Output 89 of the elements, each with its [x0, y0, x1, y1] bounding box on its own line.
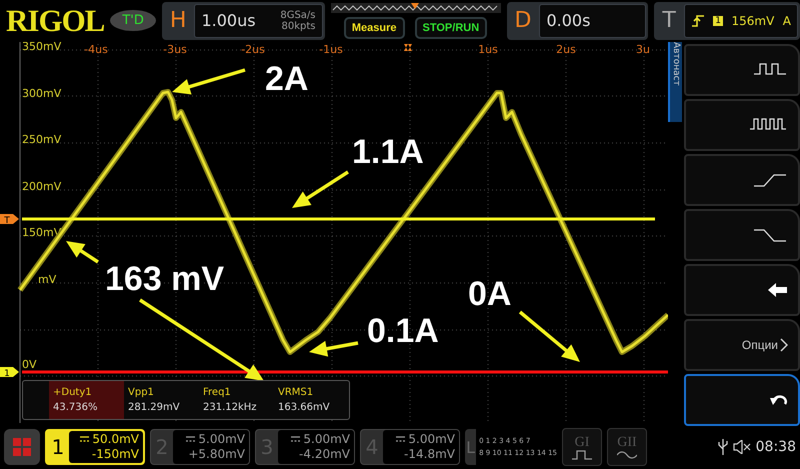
axis-label: 200mV	[22, 180, 62, 193]
delay-panel[interactable]: 0.00s	[539, 4, 646, 38]
measurement-name: Freq1	[203, 386, 232, 400]
measurement-value: 43.736%	[53, 400, 98, 415]
dc-coupling-icon	[80, 436, 90, 444]
channel-offset: -4.20mV	[299, 447, 350, 462]
brand-logo: RIGOL	[6, 2, 104, 39]
generator-label: GI	[574, 434, 590, 450]
back-arrow-icon	[768, 282, 788, 298]
channel-number: 1	[50, 434, 66, 462]
measurement-name: +Duty1	[53, 386, 93, 400]
measurement-item[interactable]: Freq1 231.12kHz	[199, 380, 274, 419]
timebase-panel[interactable]: 1.00us 8GSa/s 80kpts	[194, 4, 323, 38]
arrow	[292, 170, 349, 208]
muted-speaker-icon	[732, 440, 751, 454]
arrow	[518, 310, 580, 362]
measurement-name: VRMS1	[278, 386, 314, 400]
trigger-level: 156mV	[732, 14, 774, 28]
axis-label: -2us	[241, 42, 265, 56]
apps-menu-button[interactable]	[4, 429, 40, 466]
axis-label: -1us	[319, 42, 343, 56]
trigger-position-icon	[404, 44, 412, 51]
chevron-right-icon	[780, 338, 788, 352]
undo-button[interactable]	[684, 374, 800, 426]
axis-label: -3us	[163, 42, 187, 56]
trigger-label[interactable]: T	[656, 4, 682, 38]
trigger-panel[interactable]: 1 156mV A	[684, 4, 798, 38]
measurement-value: 281.29mV	[128, 400, 181, 415]
options-label: Опции	[742, 338, 788, 352]
channel-scale: 50.0mV	[92, 432, 139, 448]
logic-label: L	[465, 436, 476, 459]
annotation-text: 0A	[468, 274, 512, 313]
dc-coupling-icon	[291, 436, 300, 444]
delay-label[interactable]: D	[508, 4, 538, 38]
measure-button[interactable]: Measure	[344, 16, 405, 39]
memory-depth: 80kpts	[282, 20, 316, 32]
axis-label: 0V	[22, 358, 37, 371]
measurement-item[interactable]: Vpp1 281.29mV	[124, 380, 199, 419]
pulse-icon	[572, 450, 592, 460]
axis-label: mV	[38, 272, 56, 286]
delay-value: 0.00s	[546, 11, 590, 30]
measurement-value: 163.66mV	[278, 400, 331, 415]
undo-icon	[770, 392, 788, 407]
menu-button[interactable]: Опции	[684, 318, 800, 371]
axis-label: 2us	[556, 42, 576, 56]
trigger-mode: A	[782, 14, 791, 28]
channel-offset: -14.8mV	[404, 447, 455, 462]
generator-label: GII	[617, 434, 637, 450]
annotation-text: 1.1A	[352, 132, 424, 171]
falling-edge-icon	[754, 226, 788, 243]
axis-label: -4us	[84, 42, 108, 56]
usb-icon	[718, 439, 728, 456]
grid-icon	[12, 437, 32, 458]
menu-button[interactable]	[684, 264, 800, 316]
axis-label: 350mV	[22, 42, 62, 53]
annotation-text: 163 mV	[105, 260, 224, 298]
sine-wave-icon	[617, 450, 637, 460]
measurement-item[interactable]: +Duty1 43.736%	[49, 380, 124, 419]
sample-rate: 8GSa/s	[280, 10, 316, 21]
timebase-value: 1.00us	[201, 11, 256, 30]
axis-label: 3u	[636, 42, 650, 56]
trigger-status-badge: T'D	[110, 10, 156, 32]
trigger-level-marker[interactable]: T	[0, 214, 19, 226]
channel-button[interactable]: 1 50.0mV -150mV	[45, 429, 145, 466]
clock-time: 08:38	[756, 439, 796, 456]
axis-label: 1us	[478, 42, 498, 56]
channel-scale: 5.00mV	[198, 432, 245, 448]
annotation-text: 2A	[265, 60, 308, 98]
axis-label: 300mV	[22, 86, 62, 100]
axis-label: 250mV	[22, 132, 62, 146]
channel-marker[interactable]: 1	[0, 366, 19, 379]
channel-scale: 5.00mV	[408, 432, 455, 448]
annotation-text: 0.1A	[367, 312, 439, 350]
channel-scale: 5.00mV	[303, 432, 350, 448]
measurement-name: Vpp1	[128, 386, 155, 400]
channel-offset: -150mV	[92, 447, 139, 462]
horizontal-label[interactable]: H	[164, 4, 192, 38]
rising-edge-icon	[690, 14, 705, 28]
dc-coupling-icon	[396, 436, 406, 444]
measurement-item[interactable]: VRMS1 163.66mV	[274, 380, 349, 419]
channel-offset: +5.80mV	[188, 447, 245, 462]
dc-coupling-icon	[186, 436, 196, 444]
rising-edge-icon	[754, 172, 788, 188]
stop-run-button[interactable]: STOP/RUN	[414, 16, 488, 39]
arrow	[309, 340, 358, 356]
trigger-source: 1	[713, 16, 724, 26]
arrow	[66, 240, 99, 263]
menu-tab[interactable]: Автонаст	[668, 42, 682, 122]
measurement-value: 231.12kHz	[203, 400, 258, 415]
